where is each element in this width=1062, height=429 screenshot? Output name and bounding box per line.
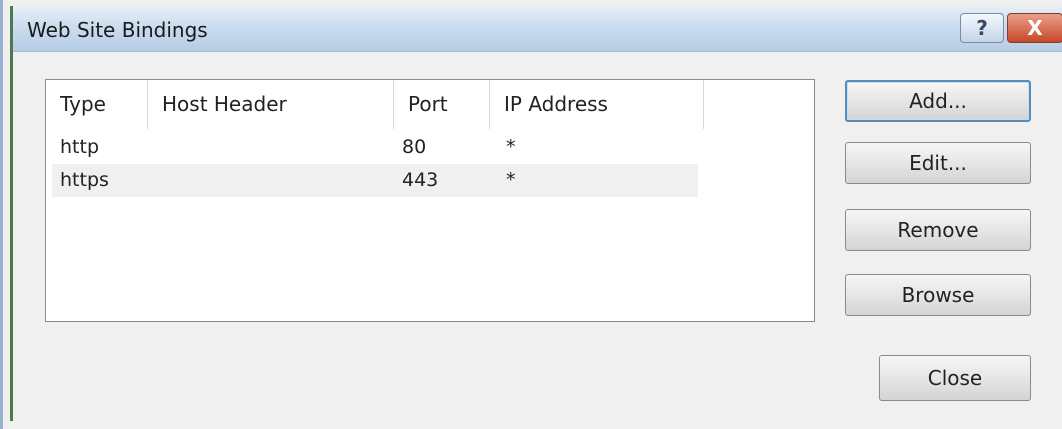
- close-icon: X: [1027, 16, 1043, 40]
- add-button[interactable]: Add...: [845, 80, 1031, 122]
- bindings-list[interactable]: Type Host Header Port IP Address http 80…: [45, 79, 815, 322]
- cell-type: https: [60, 169, 109, 191]
- help-icon: ?: [976, 16, 988, 40]
- cell-type: http: [60, 136, 100, 158]
- browse-button[interactable]: Browse: [845, 274, 1031, 316]
- edit-button[interactable]: Edit...: [845, 142, 1031, 184]
- dialog-body: Type Host Header Port IP Address http 80…: [13, 52, 1062, 421]
- column-header-host-header[interactable]: Host Header: [148, 80, 394, 129]
- cell-ip-address: *: [506, 136, 516, 158]
- help-button[interactable]: ?: [960, 13, 1004, 43]
- cell-ip-address: *: [506, 169, 516, 191]
- column-header-port[interactable]: Port: [394, 80, 490, 129]
- cell-port: 443: [402, 169, 439, 191]
- title-bar[interactable]: Web Site Bindings ? X: [13, 6, 1062, 52]
- web-site-bindings-dialog: Web Site Bindings ? X Type Host Header P…: [0, 0, 1062, 429]
- cell-port: 80: [402, 136, 427, 158]
- column-header-ip-address[interactable]: IP Address: [490, 80, 704, 129]
- column-header-filler: [704, 80, 814, 129]
- remove-button[interactable]: Remove: [845, 209, 1031, 251]
- column-header-type[interactable]: Type: [46, 80, 148, 129]
- table-row[interactable]: http 80 *: [52, 131, 698, 164]
- table-row[interactable]: https 443 *: [52, 164, 698, 197]
- close-window-button[interactable]: X: [1007, 13, 1062, 43]
- close-button[interactable]: Close: [879, 355, 1031, 401]
- list-header: Type Host Header Port IP Address: [46, 80, 814, 129]
- dialog-title: Web Site Bindings: [27, 18, 208, 42]
